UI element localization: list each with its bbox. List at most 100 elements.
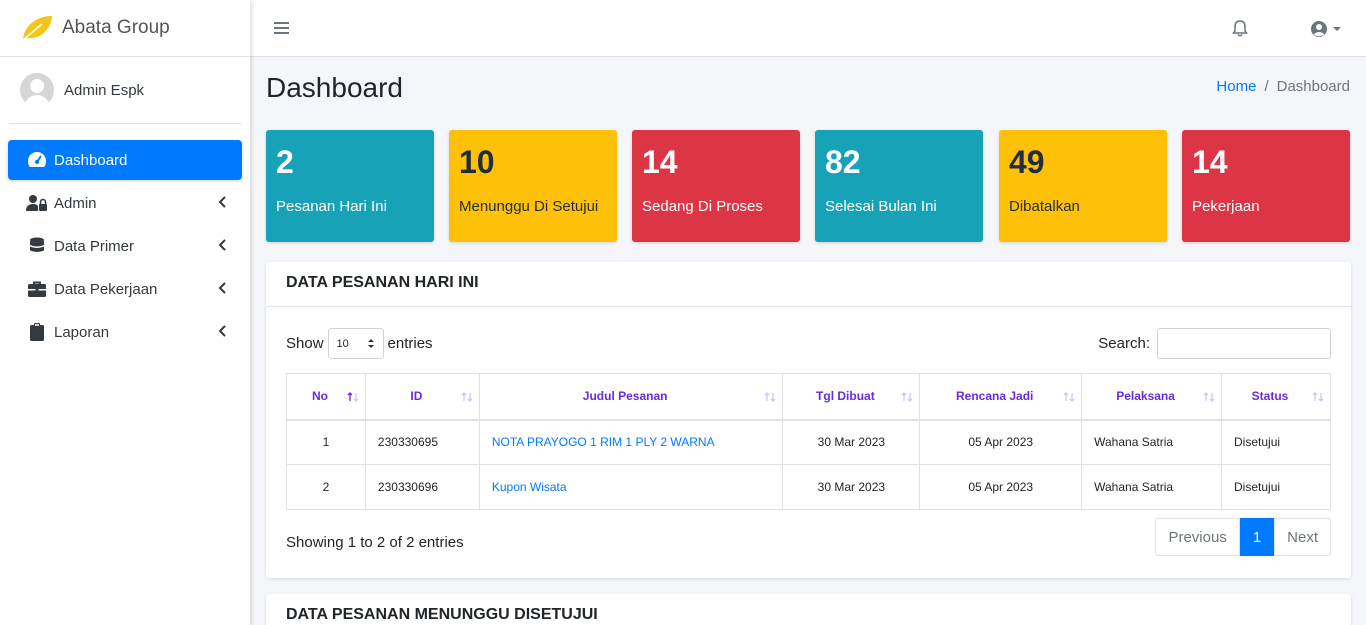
breadcrumb-current: Dashboard xyxy=(1276,78,1350,95)
entries-label: entries xyxy=(387,335,433,352)
cell-judul: NOTA PRAYOGO 1 RIM 1 PLY 2 WARNA xyxy=(478,419,784,465)
entries-length-select[interactable]: 10 xyxy=(327,328,384,359)
sidebar-item-admin[interactable]: Admin xyxy=(8,183,242,223)
search-input[interactable] xyxy=(1157,328,1331,359)
order-title-link[interactable]: Kupon Wisata xyxy=(492,480,567,494)
cell-pelaksana: Wahana Satria xyxy=(1081,464,1223,510)
sidebar-item-label: Data Primer xyxy=(54,237,135,255)
tachometer-icon xyxy=(26,150,48,170)
sidebar-item-label: Laporan xyxy=(54,323,110,341)
chevron-left-icon xyxy=(218,282,226,294)
search-label: Search: xyxy=(1098,335,1150,352)
cell-no: 1 xyxy=(286,419,366,465)
sidebar-item-dashboard[interactable]: Dashboard xyxy=(8,140,242,180)
brand-link[interactable]: Abata Group xyxy=(0,0,250,57)
stat-box-selesai-bulan-ini[interactable]: 82 Selesai Bulan Ini xyxy=(815,130,983,242)
page-title: Dashboard xyxy=(266,72,403,103)
stat-box-sedang-di-proses[interactable]: 14 Sedang Di Proses xyxy=(632,130,800,242)
stat-label: Pekerjaan xyxy=(1192,198,1260,215)
stat-value: 14 xyxy=(642,144,678,180)
stat-value: 82 xyxy=(825,144,861,180)
top-navbar xyxy=(250,0,1366,57)
cell-id: 230330696 xyxy=(364,464,480,510)
user-lock-icon xyxy=(26,193,48,213)
pesanan-menunggu-card: DATA PESANAN MENUNGGU DISETUJUI xyxy=(266,594,1351,625)
cell-status: Disetujui xyxy=(1221,464,1331,510)
search-control: Search: xyxy=(1098,328,1331,359)
sidebar-nav: Dashboard Admin Data Primer Data Pekerja… xyxy=(0,124,250,352)
main-content: Dashboard Home / Dashboard 2 Pesanan Hari … xyxy=(250,57,1366,625)
stat-boxes: 2 Pesanan Hari Ini 10 Menunggu Di Setuju… xyxy=(266,130,1350,242)
user-name: Admin Espk xyxy=(64,81,145,99)
stat-box-pekerjaan[interactable]: 14 Pekerjaan xyxy=(1182,130,1350,242)
stat-value: 2 xyxy=(276,144,294,180)
card-title: DATA PESANAN MENUNGGU DISETUJUI xyxy=(286,606,598,623)
column-header-id[interactable]: ID xyxy=(364,373,480,421)
cell-no: 2 xyxy=(286,464,366,510)
card-title: DATA PESANAN HARI INI xyxy=(266,262,1351,307)
cell-id: 230330695 xyxy=(364,419,480,465)
column-header-rencana-jadi[interactable]: Rencana Jadi xyxy=(919,373,1083,421)
page-1-button[interactable]: 1 xyxy=(1239,518,1275,556)
sort-icon xyxy=(1203,392,1215,402)
hamburger-menu-icon[interactable] xyxy=(274,21,289,35)
sidebar-item-label: Dashboard xyxy=(54,151,128,169)
length-value: 10 xyxy=(336,337,349,350)
user-circle-icon xyxy=(1311,21,1327,37)
cell-pelaksana: Wahana Satria xyxy=(1081,419,1223,465)
chevron-left-icon xyxy=(218,239,226,251)
cell-rencana-jadi: 05 Apr 2023 xyxy=(919,419,1083,465)
stat-value: 49 xyxy=(1009,144,1045,180)
table-info: Showing 1 to 2 of 2 entries xyxy=(286,534,464,551)
user-menu-dropdown[interactable] xyxy=(1310,19,1344,39)
database-icon xyxy=(26,236,48,256)
table-row: 1 230330695 NOTA PRAYOGO 1 RIM 1 PLY 2 W… xyxy=(286,419,1331,465)
table-row: 2 230330696 Kupon Wisata 30 Mar 2023 05 … xyxy=(286,464,1331,510)
sort-asc-icon xyxy=(347,392,359,402)
sidebar-item-label: Admin xyxy=(54,194,97,212)
length-control: Show 10 entries xyxy=(286,328,433,359)
chevron-left-icon xyxy=(218,325,226,337)
stat-label: Menunggu Di Setujui xyxy=(459,198,599,215)
orders-table: No ID Judul Pesanan Tgl Dibuat Rencana J… xyxy=(286,373,1331,510)
pagination: Previous 1 Next xyxy=(1155,518,1331,556)
sort-icon xyxy=(764,392,776,402)
sidebar-item-data-pekerjaan[interactable]: Data Pekerjaan xyxy=(8,269,242,309)
stat-label: Selesai Bulan Ini xyxy=(825,198,937,215)
stat-value: 14 xyxy=(1192,144,1228,180)
cell-rencana-jadi: 05 Apr 2023 xyxy=(919,464,1083,510)
clipboard-icon xyxy=(26,322,48,342)
previous-page-button[interactable]: Previous xyxy=(1155,518,1240,556)
sidebar-item-laporan[interactable]: Laporan xyxy=(8,312,242,352)
column-header-no[interactable]: No xyxy=(286,373,366,421)
brand-name: Abata Group xyxy=(62,17,170,38)
stat-label: Sedang Di Proses xyxy=(642,198,763,215)
next-page-button[interactable]: Next xyxy=(1274,518,1331,556)
caret-down-icon xyxy=(1333,27,1341,31)
stat-box-menunggu-di-setujui[interactable]: 10 Menunggu Di Setujui xyxy=(449,130,617,242)
cell-status: Disetujui xyxy=(1221,419,1331,465)
sort-icon xyxy=(901,392,913,402)
cell-judul: Kupon Wisata xyxy=(478,464,784,510)
breadcrumb-separator: / xyxy=(1264,78,1269,95)
avatar xyxy=(20,73,54,107)
sidebar-item-label: Data Pekerjaan xyxy=(54,280,158,298)
chevron-left-icon xyxy=(218,196,226,208)
sidebar-item-data-primer[interactable]: Data Primer xyxy=(8,226,242,266)
stat-value: 10 xyxy=(459,144,495,180)
sort-icon xyxy=(1063,392,1075,402)
stat-box-pesanan-hari-ini[interactable]: 2 Pesanan Hari Ini xyxy=(266,130,434,242)
column-header-judul-pesanan[interactable]: Judul Pesanan xyxy=(478,373,784,421)
user-panel[interactable]: Admin Espk xyxy=(9,57,241,124)
column-header-pelaksana[interactable]: Pelaksana xyxy=(1081,373,1223,421)
select-arrows-icon xyxy=(367,339,374,348)
column-header-status[interactable]: Status xyxy=(1221,373,1331,421)
order-title-link[interactable]: NOTA PRAYOGO 1 RIM 1 PLY 2 WARNA xyxy=(492,435,715,449)
stat-box-dibatalkan[interactable]: 49 Dibatalkan xyxy=(999,130,1167,242)
table-header-row: No ID Judul Pesanan Tgl Dibuat Rencana J… xyxy=(286,373,1331,421)
column-header-tgl-dibuat[interactable]: Tgl Dibuat xyxy=(782,373,921,421)
sort-icon xyxy=(1312,392,1324,402)
cell-tgl-dibuat: 30 Mar 2023 xyxy=(782,464,921,510)
bell-icon[interactable] xyxy=(1232,19,1248,37)
breadcrumb-home-link[interactable]: Home xyxy=(1216,78,1256,95)
